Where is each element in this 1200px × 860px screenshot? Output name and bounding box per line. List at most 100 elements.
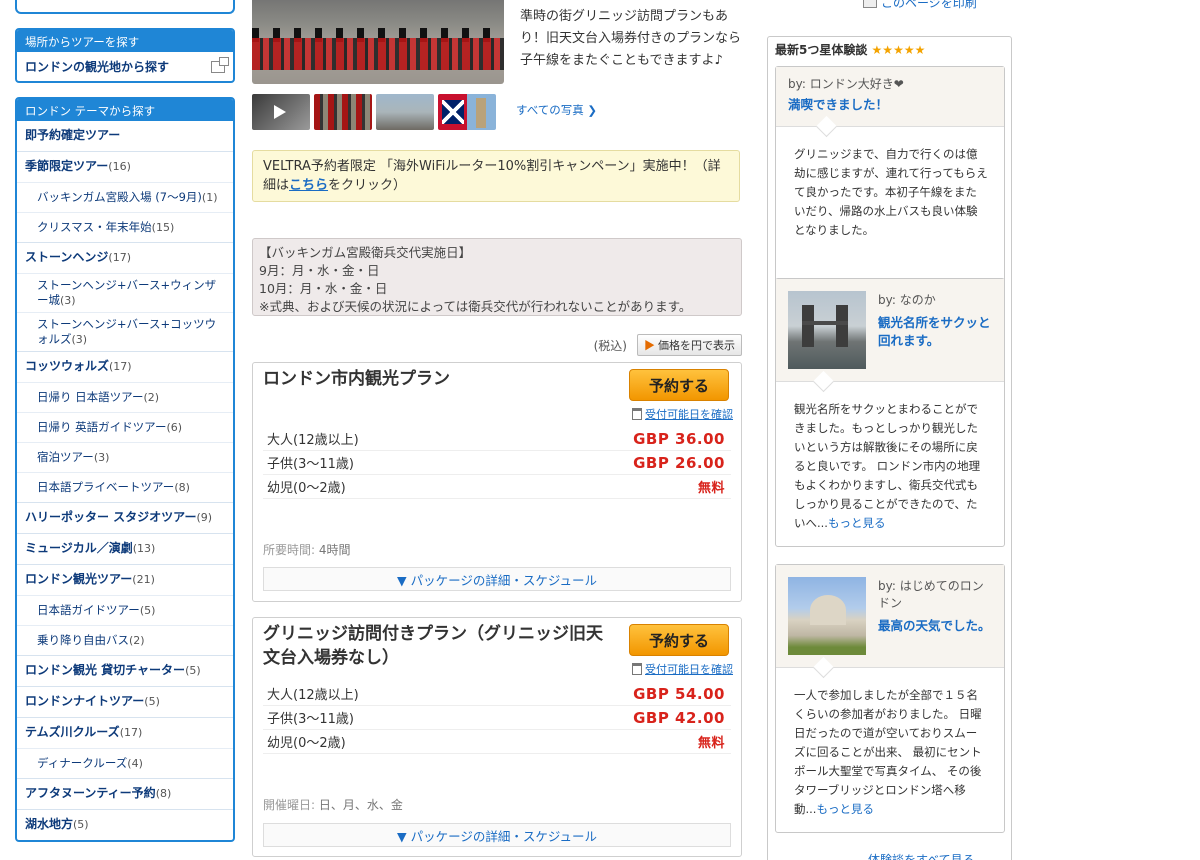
thumbnail-palace[interactable] xyxy=(376,94,434,130)
all-photos-link[interactable]: すべての写真 ❯ xyxy=(516,102,597,118)
theme-category: ミュージカル／演劇(13) xyxy=(17,533,233,564)
theme-subcategory-link[interactable]: 日帰り 英語ガイドツアー(6) xyxy=(17,412,233,442)
theme-subcategory-link[interactable]: ストーンヘンジ+バース+コッツウォルズ(3) xyxy=(17,312,233,351)
theme-category-link[interactable]: ロンドンナイトツアー(5) xyxy=(17,687,233,717)
theme-category: テムズ川クルーズ(17) ディナークルーズ(4) xyxy=(17,717,233,778)
category-count: (5) xyxy=(185,664,201,677)
category-count: (17) xyxy=(119,726,143,739)
thumbnail-video[interactable] xyxy=(252,94,310,130)
subcategory-text: クリスマス・年末年始(15) xyxy=(37,220,174,235)
read-more-link[interactable]: もっと見る xyxy=(828,516,886,530)
theme-subcategory-link[interactable]: ディナークルーズ(4) xyxy=(17,748,233,778)
read-more-link[interactable]: もっと見る xyxy=(816,802,874,816)
theme-category-link[interactable]: ストーンヘンジ(17) xyxy=(17,243,233,273)
duration-label: 所要時間: xyxy=(263,543,316,557)
price-label: 大人(12歳以上) xyxy=(267,688,359,703)
theme-subcategory-link[interactable]: 乗り降り自由バス(2) xyxy=(17,625,233,655)
review-title[interactable]: 観光名所をサクッと回れます。 xyxy=(878,314,992,350)
operating-days-label: 開催曜日: xyxy=(263,798,316,812)
all-reviews-link[interactable]: 体験談をすべて見る xyxy=(868,851,975,860)
category-label: コッツウォルズ xyxy=(25,359,110,373)
theme-subcategory-link[interactable]: バッキンガム宮殿入場 (7～9月)(1) xyxy=(17,182,233,212)
book-button[interactable]: 予約する xyxy=(629,369,729,401)
check-availability-link[interactable]: 受付可能日を確認 xyxy=(632,406,733,422)
category-label: ロンドン観光 貸切チャーター xyxy=(25,663,186,677)
show-yen-price-button[interactable]: ▶ 価格を円で表示 xyxy=(636,334,742,356)
category-count: (13) xyxy=(132,542,156,555)
reviews-header: 最新5つ星体験談 ★★★★★ xyxy=(775,37,1004,61)
theme-category: ロンドン観光ツアー(21) 日本語ガイドツアー(5) 乗り降り自由バス(2) xyxy=(17,564,233,655)
book-button[interactable]: 予約する xyxy=(629,624,729,656)
theme-category-link[interactable]: ロンドン観光ツアー(21) xyxy=(17,565,233,595)
guard-change-notice: 【バッキンガム宮殿衛兵交代実施日】 9月：月・水・金・日 10月：月・水・金・日… xyxy=(252,238,742,316)
hero-photo-guards-parade[interactable] xyxy=(252,0,504,84)
review-title[interactable]: 最高の天気でした。 xyxy=(878,617,992,635)
theme-category-link[interactable]: ロンドン観光 貸切チャーター(5) xyxy=(17,656,233,686)
review-photo-tower-bridge[interactable] xyxy=(788,291,866,369)
theme-search-box: ロンドン テーマから探す 即予約確定ツアー季節限定ツアー(16) バッキンガム宮殿… xyxy=(15,97,235,842)
subcategory-text: ディナークルーズ(4) xyxy=(37,756,143,771)
category-label: ロンドン観光ツアー xyxy=(25,572,133,586)
check-availability-label: 受付可能日を確認 xyxy=(645,408,733,421)
theme-category-link[interactable]: アフタヌーンティー予約(8) xyxy=(17,779,233,809)
theme-category-link[interactable]: 季節限定ツアー(16) xyxy=(17,152,233,182)
check-availability-link[interactable]: 受付可能日を確認 xyxy=(632,661,733,677)
review-author: by: なのか xyxy=(878,293,936,307)
theme-category: コッツウォルズ(17) 日帰り 日本語ツアー(2) 日帰り 英語ガイドツアー(6) 宿… xyxy=(17,351,233,502)
subcategory-text: 乗り降り自由バス(2) xyxy=(37,633,145,648)
theme-category-link[interactable]: ミュージカル／演劇(13) xyxy=(17,534,233,564)
subcategory-label: 日帰り 英語ガイドツアー xyxy=(37,420,167,434)
subcategory-count: (1) xyxy=(201,191,218,204)
price-value: 無料 xyxy=(697,481,725,496)
location-search-box: 場所からツアーを探す ロンドンの観光地から探す xyxy=(15,28,235,83)
review-body: 一人で参加しましたが全部で１５名くらいの参加者がおりました。 日曜日だったので道… xyxy=(776,668,1004,829)
category-label: ハリーポッター スタジオツアー xyxy=(25,510,197,524)
review-body: 観光名所をサクッとまわることができました。もっとしっかり観光したいという方は解散… xyxy=(776,382,1004,543)
subcategory-text: 宿泊ツアー(3) xyxy=(37,450,109,465)
promo-link[interactable]: こちら xyxy=(289,178,328,193)
subcategory-text: 日帰り 英語ガイドツアー(6) xyxy=(37,420,182,435)
theme-subcategory-link[interactable]: クリスマス・年末年始(15) xyxy=(17,212,233,242)
calendar-icon xyxy=(632,663,642,675)
subcategory-label: ディナークルーズ xyxy=(37,756,128,770)
printer-icon xyxy=(863,0,877,8)
review-author: by: はじめてのロンドン xyxy=(878,579,984,610)
theme-category: 季節限定ツアー(16) バッキンガム宮殿入場 (7～9月)(1) クリスマス・年末年… xyxy=(17,151,233,242)
price-value: GBP 54.00 xyxy=(633,684,725,703)
theme-subcategory-link[interactable]: 日本語プライベートツアー(8) xyxy=(17,472,233,502)
package-details-toggle[interactable]: ▼ パッケージの詳細・スケジュール xyxy=(263,567,731,591)
sightseeing-spots-link[interactable]: ロンドンの観光地から探す xyxy=(17,52,233,81)
review-title[interactable]: 満喫できました！ xyxy=(788,96,992,114)
review-body-text: 一人で参加しましたが全部で１５名くらいの参加者がおりました。 日曜日だったので道… xyxy=(794,688,982,816)
category-count: (21) xyxy=(132,573,155,586)
theme-category-link[interactable]: 湖水地方(5) xyxy=(17,810,233,840)
theme-category-link[interactable]: テムズ川クルーズ(17) xyxy=(17,718,233,748)
notice-september: 9月：月・水・金・日 xyxy=(259,263,380,278)
subcategory-count: (15) xyxy=(151,221,175,234)
theme-subcategory-link[interactable]: ストーンヘンジ+バース+ウィンザー城(3) xyxy=(17,273,233,312)
theme-subcategory-link[interactable]: 日本語ガイドツアー(5) xyxy=(17,595,233,625)
print-page-link[interactable]: このページを印刷 xyxy=(863,0,977,11)
chevron-right-icon: ❯ xyxy=(587,103,598,117)
theme-search-header: ロンドン テーマから探す xyxy=(17,99,233,121)
theme-subcategory-link[interactable]: 日帰り 日本語ツアー(2) xyxy=(17,382,233,412)
category-label: テムズ川クルーズ xyxy=(25,725,120,739)
category-label: 即予約確定ツアー xyxy=(25,128,121,142)
subcategory-text: バッキンガム宮殿入場 (7～9月)(1) xyxy=(37,190,218,205)
theme-category-link[interactable]: コッツウォルズ(17) xyxy=(17,352,233,382)
theme-category-link[interactable]: 即予約確定ツアー xyxy=(17,121,233,151)
subcategory-count: (8) xyxy=(174,481,190,494)
thumbnail-big-ben-flag[interactable] xyxy=(438,94,496,130)
subcategory-count: (3) xyxy=(60,294,76,307)
thumbnail-guards[interactable] xyxy=(314,94,372,130)
category-count: (17) xyxy=(109,360,132,373)
price-row-adult: 大人(12歳以上) GBP 36.00 xyxy=(263,427,731,451)
package-details-toggle[interactable]: ▼ パッケージの詳細・スケジュール xyxy=(263,823,731,847)
subcategory-count: (4) xyxy=(127,757,143,770)
theme-subcategory-link[interactable]: 宿泊ツアー(3) xyxy=(17,442,233,472)
subcategory-count: (3) xyxy=(93,451,110,464)
review-card-header: by: ロンドン大好き❤ 満喫できました！ xyxy=(776,67,1004,127)
review-photo-st-pauls[interactable] xyxy=(788,577,866,655)
theme-category-link[interactable]: ハリーポッター スタジオツアー(9) xyxy=(17,503,233,533)
sightseeing-spots-label: ロンドンの観光地から探す xyxy=(25,60,170,74)
